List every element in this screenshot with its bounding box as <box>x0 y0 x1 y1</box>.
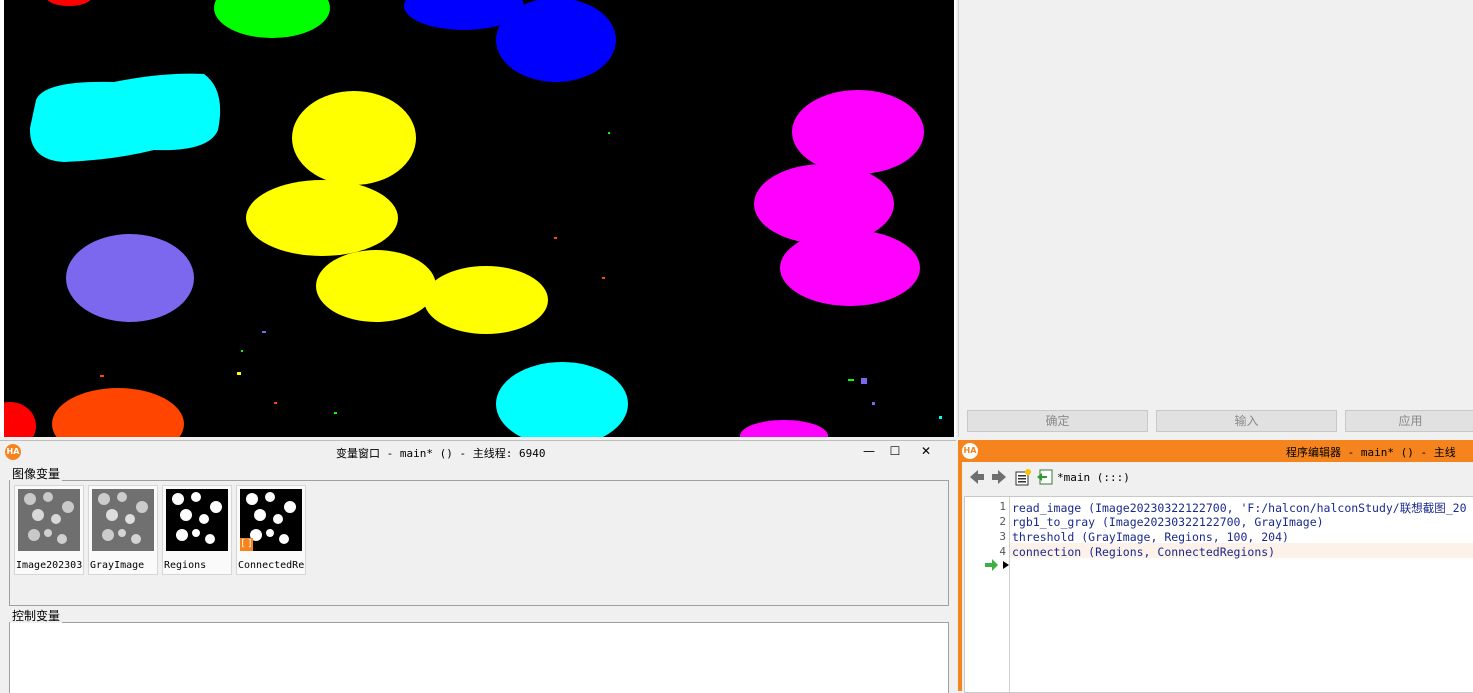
variable-window: HA 变量窗口 - main* () - 主线程: 6940 — ☐ ✕ 图像变… <box>0 440 956 693</box>
speck-10 <box>334 412 337 414</box>
region-blue-b <box>496 0 616 82</box>
iconic-var-connectedregions[interactable]: [ ] ConnectedRe <box>236 485 306 575</box>
code-line[interactable]: connection (Regions, ConnectedRegions) <box>1012 545 1275 559</box>
iconic-variables-group: 图像变量 Image202303 GrayImage Regions [] C… <box>9 465 949 606</box>
region-cyan-bottom <box>496 362 628 437</box>
line-number: 1 <box>999 500 1006 513</box>
segmented-regions <box>4 0 942 437</box>
program-counter-icon <box>985 559 999 571</box>
iconic-var-regions[interactable]: Regions <box>162 485 232 575</box>
code-area[interactable]: 1 read_image (Image20230322122700, 'F:/h… <box>964 496 1473 693</box>
tuple-badge-icon: [ ] <box>240 538 253 551</box>
speck-1 <box>554 237 557 239</box>
speck-9 <box>872 402 875 405</box>
speck-12 <box>274 402 277 404</box>
speck-7 <box>848 379 854 381</box>
speck-6 <box>100 375 104 377</box>
region-magenta-2 <box>754 164 894 244</box>
line-number: 3 <box>999 530 1006 543</box>
iconic-var-grayimage[interactable]: GrayImage <box>88 485 158 575</box>
back-arrow-icon[interactable] <box>968 468 986 486</box>
region-orange <box>52 388 184 437</box>
control-variables-group: 控制变量 <box>9 607 949 693</box>
region-yellow-2 <box>246 180 398 256</box>
iconic-variables-label: 图像变量 <box>10 465 63 482</box>
gray-photo-icon <box>98 492 148 544</box>
region-magenta-4 <box>740 420 828 437</box>
program-editor-titlebar[interactable]: HA 程序编辑器 - main* () - 主线程: <box>958 440 1473 475</box>
regions-thumbnail <box>166 489 228 551</box>
region-yellow-3 <box>316 250 436 322</box>
procedure-list-icon[interactable] <box>1014 468 1032 486</box>
region-cyan-left <box>29 73 221 162</box>
forward-arrow-icon[interactable] <box>990 468 1008 486</box>
halcon-logo-icon: HA <box>962 443 978 459</box>
code-line[interactable]: threshold (GrayImage, Regions, 100, 204) <box>1012 530 1289 544</box>
line-number: 4 <box>999 545 1006 558</box>
speck-11 <box>939 416 942 419</box>
cell-photo-icon <box>24 492 74 544</box>
procedure-selector[interactable]: *main (:::) <box>1057 471 1130 484</box>
line-number: 2 <box>999 515 1006 528</box>
speck-8 <box>861 378 867 384</box>
speck-4 <box>241 350 243 352</box>
speck-13 <box>608 132 610 134</box>
binary-regions-icon <box>172 492 222 544</box>
right-panel: 确定 输入 应用 <box>958 0 1473 437</box>
region-magenta-3 <box>780 230 920 306</box>
region-yellow-1 <box>292 91 416 185</box>
iconic-var-name: GrayImage <box>90 560 145 571</box>
apply-button[interactable]: 应用 <box>1345 410 1473 432</box>
variable-window-title: 变量窗口 - main* () - 主线程: 6940 <box>336 447 546 460</box>
close-icon[interactable]: ✕ <box>906 443 946 459</box>
region-magenta-1 <box>792 90 924 174</box>
insert-cursor-icon <box>1003 558 1009 569</box>
minimize-icon[interactable]: — <box>858 443 880 459</box>
iconic-var-name: ConnectedRe <box>238 560 304 571</box>
speck-2 <box>602 277 605 279</box>
control-variables-label: 控制变量 <box>10 607 63 624</box>
maximize-icon[interactable]: ☐ <box>884 443 906 459</box>
region-yellow-4 <box>424 266 548 334</box>
region-green <box>214 0 330 38</box>
code-line[interactable]: read_image (Image20230322122700, 'F:/hal… <box>1012 500 1467 516</box>
code-line[interactable]: rgb1_to_gray (Image20230322122700, GrayI… <box>1012 515 1324 529</box>
halcon-logo-icon: HA <box>5 444 21 460</box>
speck-3 <box>262 331 266 333</box>
variable-window-titlebar[interactable]: HA 变量窗口 - main* () - 主线程: 6940 — ☐ ✕ <box>0 441 956 463</box>
region-red-corner <box>4 402 36 437</box>
program-editor-body: *main (:::) 1 read_image (Image202303221… <box>962 462 1473 693</box>
program-editor: HA 程序编辑器 - main* () - 主线程: *main (:::) 1… <box>958 440 1473 693</box>
control-variables-list[interactable] <box>10 623 948 693</box>
graphics-window[interactable] <box>0 0 956 437</box>
editor-toolbar: *main (:::) <box>962 462 1473 492</box>
grayimage-thumbnail <box>92 489 154 551</box>
region-red-top <box>47 0 91 6</box>
iconic-var-name: Image202303 <box>16 560 82 571</box>
iconic-var-image[interactable]: Image202303 <box>14 485 84 575</box>
region-purple <box>66 234 194 322</box>
confirm-button[interactable]: 确定 <box>967 410 1148 432</box>
image-thumbnail <box>18 489 80 551</box>
iconic-var-name: Regions <box>164 560 207 571</box>
procedure-go-icon[interactable] <box>1036 468 1054 486</box>
speck-5 <box>237 372 241 375</box>
input-button[interactable]: 输入 <box>1156 410 1337 432</box>
